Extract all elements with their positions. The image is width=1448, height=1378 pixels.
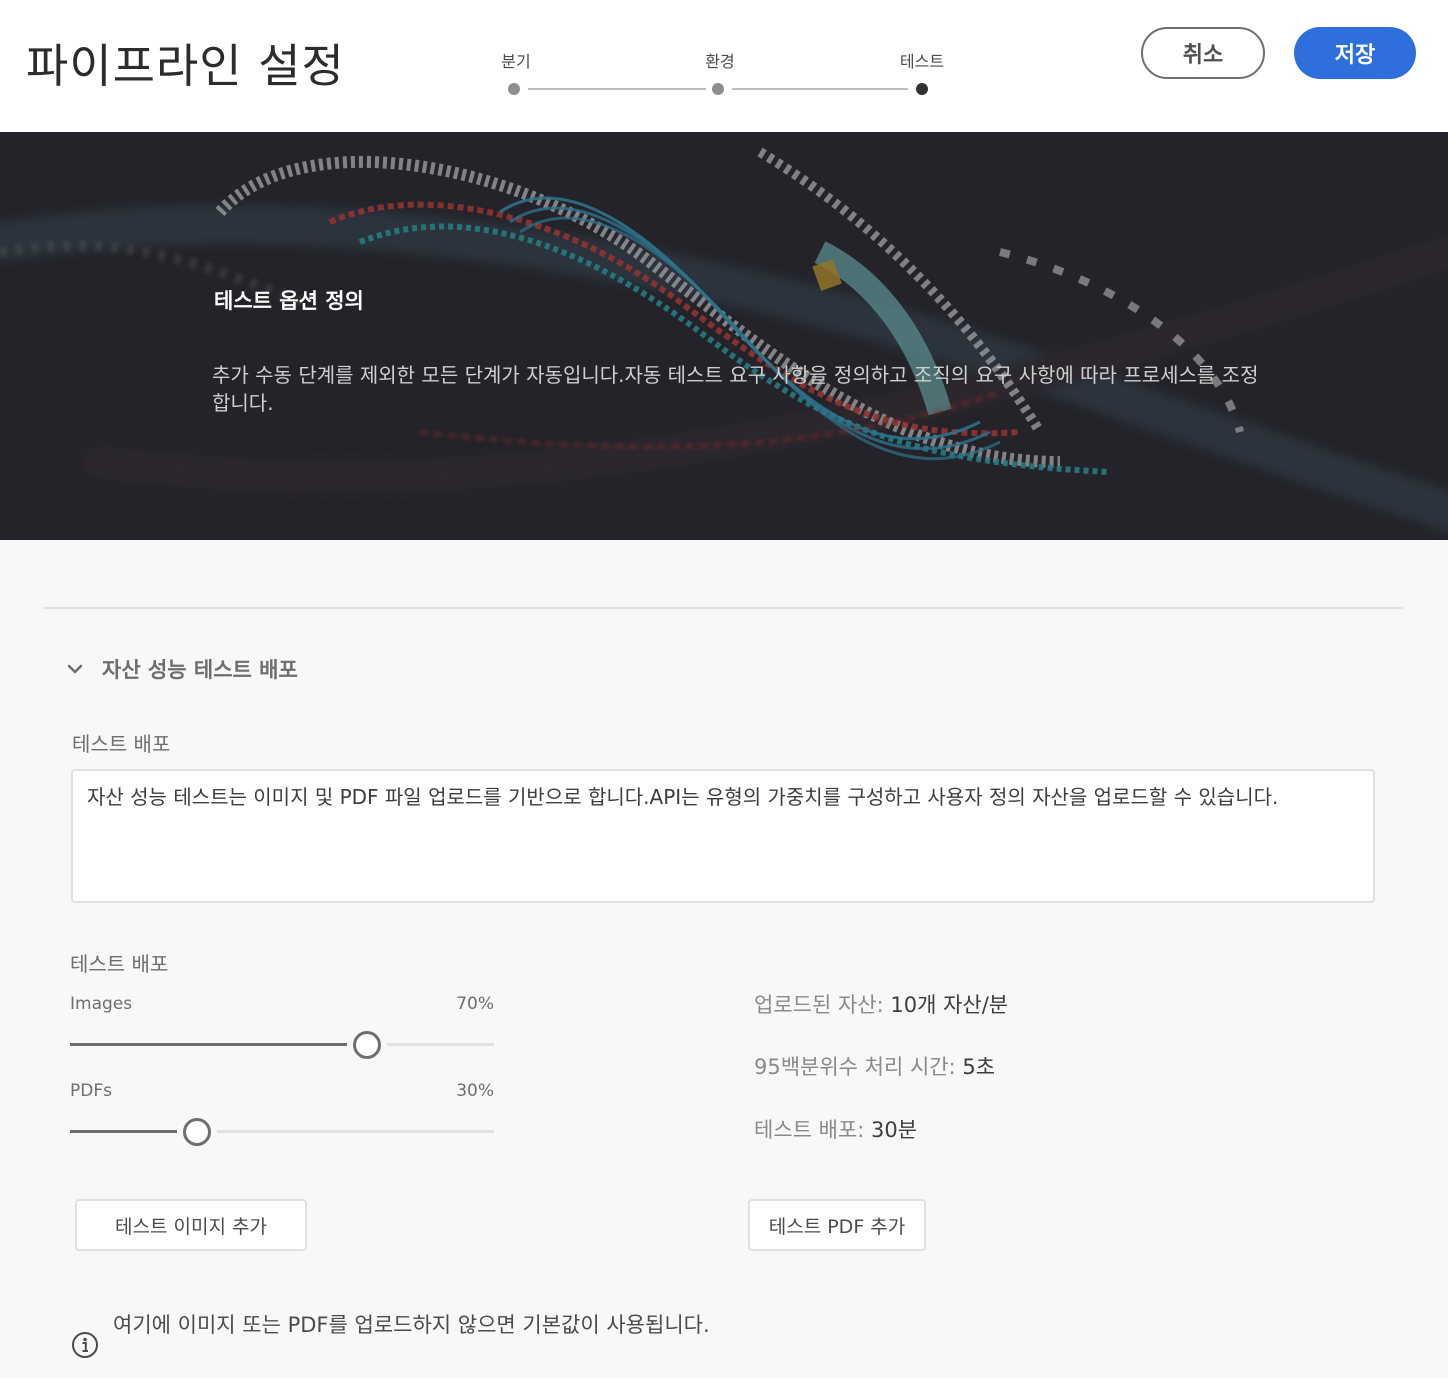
description-field-label: 테스트 배포	[72, 732, 171, 756]
slider-track-fill	[70, 1130, 177, 1133]
hero-overlay	[0, 132, 1448, 540]
hero-title: 테스트 옵션 정의	[214, 289, 364, 313]
stat-p95-processing-time: 95백분위수 처리 시간: 5초	[754, 1051, 995, 1081]
step-label-environment[interactable]: 환경	[705, 48, 734, 72]
stat-test-duration: 테스트 배포: 30분	[754, 1114, 917, 1144]
step-label-test[interactable]: 테스트	[900, 48, 944, 72]
add-test-images-button[interactable]: 테스트 이미지 추가	[75, 1199, 307, 1251]
stat-key: 95백분위수 처리 시간:	[754, 1055, 956, 1079]
step-label-branch[interactable]: 분기	[501, 48, 530, 72]
section-toggle[interactable]: 자산 성능 테스트 배포	[64, 654, 298, 684]
info-icon	[72, 1332, 98, 1358]
cancel-button[interactable]: 취소	[1141, 27, 1265, 79]
section-divider	[43, 607, 1403, 609]
step-dot-branch[interactable]	[508, 83, 520, 95]
hero-banner: 테스트 옵션 정의 추가 수동 단계를 제외한 모든 단계가 자동입니다.자동 …	[0, 132, 1448, 540]
save-button[interactable]: 저장	[1294, 27, 1416, 79]
step-dot-test[interactable]	[916, 83, 928, 95]
add-test-pdf-button[interactable]: 테스트 PDF 추가	[748, 1199, 926, 1251]
stat-value: 10개 자산/분	[890, 993, 1009, 1017]
images-slider-value: 70%	[456, 994, 494, 1014]
stat-uploaded-assets: 업로드된 자산: 10개 자산/분	[754, 989, 1008, 1019]
stat-value: 30분	[871, 1118, 918, 1142]
step-connector	[732, 88, 908, 90]
pdfs-slider[interactable]	[70, 1116, 494, 1146]
slider-handle[interactable]	[353, 1031, 381, 1059]
stat-value: 5초	[962, 1055, 996, 1079]
slider-handle[interactable]	[183, 1118, 211, 1146]
pdfs-slider-value: 30%	[456, 1081, 494, 1101]
stat-key: 업로드된 자산:	[754, 993, 884, 1017]
hero-description: 추가 수동 단계를 제외한 모든 단계가 자동입니다.자동 테스트 요구 사항을…	[212, 363, 1259, 415]
description-textarea[interactable]: 자산 성능 테스트는 이미지 및 PDF 파일 업로드를 기반으로 합니다.AP…	[71, 769, 1375, 903]
images-slider-label: Images	[70, 994, 133, 1014]
chevron-down-icon[interactable]	[64, 658, 86, 680]
images-slider[interactable]	[70, 1029, 494, 1059]
section-title: 자산 성능 테스트 배포	[102, 658, 298, 682]
step-dot-environment[interactable]	[712, 83, 724, 95]
stat-key: 테스트 배포:	[754, 1118, 865, 1142]
slider-track[interactable]	[387, 1043, 494, 1046]
info-message: 여기에 이미지 또는 PDF를 업로드하지 않으면 기본값이 사용됩니다.	[113, 1313, 710, 1337]
step-connector	[528, 88, 706, 90]
pdfs-slider-label: PDFs	[70, 1081, 112, 1101]
distribution-label: 테스트 배포	[70, 952, 169, 976]
page-header: 파이프라인 설정 분기 환경 테스트 취소 저장	[0, 0, 1448, 132]
slider-track[interactable]	[217, 1130, 494, 1133]
slider-track-fill	[70, 1043, 347, 1046]
